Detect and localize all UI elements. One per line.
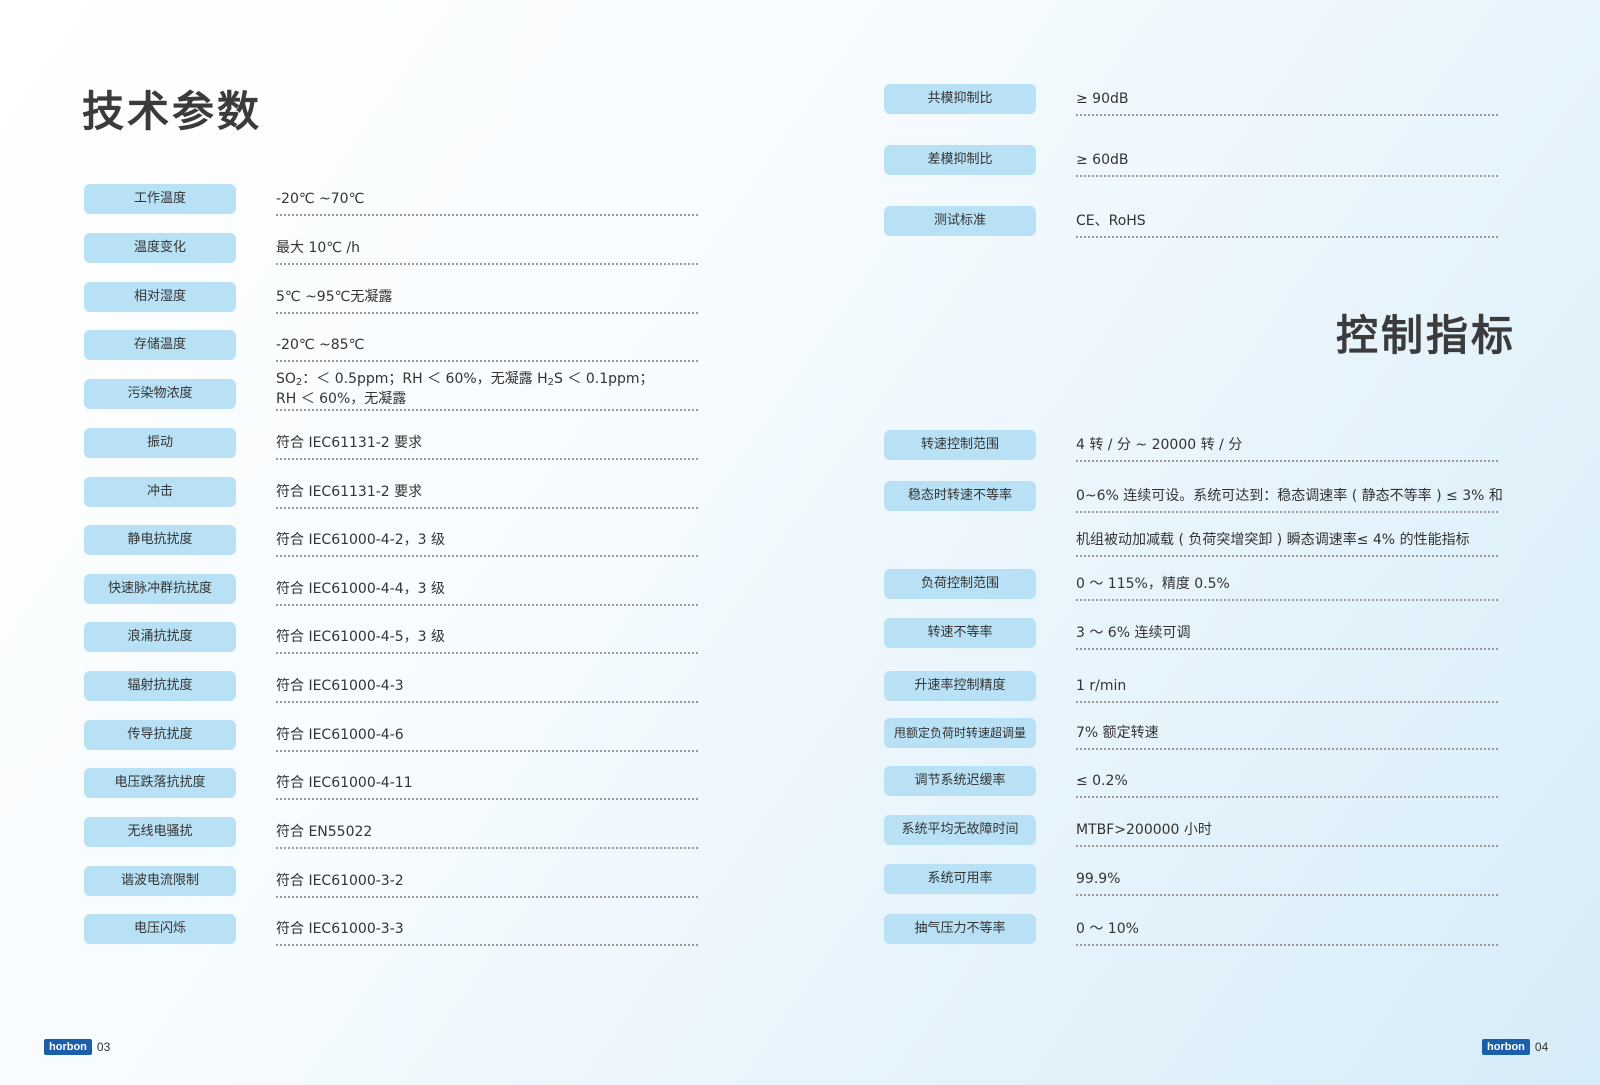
param-value: -20℃ ~70℃ [276,191,365,207]
param-label: 无线电骚扰 [84,817,236,847]
param-value: 机组被动加减载 ( 负荷突增突卸 ) 瞬态调速率≤ 4% 的性能指标 [1076,532,1470,548]
dotted-divider [1076,599,1498,601]
param-value: ≥ 90dB [1076,91,1129,107]
param-label: 系统平均无故障时间 [884,815,1036,845]
page-number: 03 [96,1040,111,1054]
param-label: 相对湿度 [84,282,236,312]
dotted-divider [276,458,698,460]
dotted-divider [1076,796,1498,798]
dotted-divider [276,409,698,411]
dotted-divider [276,847,698,849]
dotted-divider [276,750,698,752]
param-label: 电压闪烁 [84,914,236,944]
param-value: 1 r/min [1076,678,1127,694]
dotted-divider [1076,648,1498,650]
dotted-divider [1076,555,1498,557]
horbon-logo: horbon [44,1039,92,1055]
param-label: 测试标准 [884,206,1036,236]
param-label: 静电抗扰度 [84,525,236,555]
param-label: 转速不等率 [884,618,1036,648]
param-value: 符合 IEC61000-4-6 [276,727,404,743]
dotted-divider [1076,236,1498,238]
param-value: 0 ～ 10% [1076,921,1139,937]
param-value: 符合 IEC61000-4-4，3 级 [276,581,446,597]
dotted-divider [1076,460,1498,462]
param-value: 0 ～ 115%，精度 0.5% [1076,576,1230,592]
param-label: 转速控制范围 [884,430,1036,460]
param-label: 升速率控制精度 [884,671,1036,701]
param-value-multiline: SO2：＜ 0.5ppm；RH ＜ 60%，无凝露 H2S ＜ 0.1ppm； … [276,371,654,407]
dotted-divider [1076,175,1498,177]
param-label: 温度变化 [84,233,236,263]
param-value: -20℃ ~85℃ [276,337,365,353]
param-value: ≥ 60dB [1076,152,1129,168]
param-label: 污染物浓度 [84,379,236,409]
dotted-divider [276,555,698,557]
param-value-line: RH ＜ 60%，无凝露 [276,391,407,407]
page-title-control-indexes: 控制指标 [1336,311,1517,360]
param-label: 系统可用率 [884,864,1036,894]
param-value: 7% 额定转速 [1076,725,1159,741]
dotted-divider [276,507,698,509]
param-value: 99.9% [1076,871,1121,887]
param-value: 5℃ ~95℃无凝露 [276,289,393,305]
footer-left: horbon 03 [44,1039,110,1055]
param-label: 存储温度 [84,330,236,360]
dotted-divider [1076,748,1498,750]
footer-right: horbon 04 [1482,1039,1548,1055]
param-label: 浪涌抗扰度 [84,622,236,652]
param-label: 谐波电流限制 [84,866,236,896]
param-label: 传导抗扰度 [84,720,236,750]
param-value: 符合 IEC61000-4-5，3 级 [276,629,446,645]
dotted-divider [276,944,698,946]
dotted-divider [1076,701,1498,703]
dotted-divider [276,214,698,216]
param-value: 3 ～ 6% 连续可调 [1076,625,1191,641]
param-label: 抽气压力不等率 [884,914,1036,944]
param-label: 甩额定负荷时转速超调量 [884,718,1036,748]
dotted-divider [276,896,698,898]
param-value: 最大 10℃ /h [276,240,361,256]
dotted-divider [276,652,698,654]
param-value: 符合 EN55022 [276,824,373,840]
param-label: 辐射抗扰度 [84,671,236,701]
param-label: 工作温度 [84,184,236,214]
dotted-divider [276,263,698,265]
param-value: MTBF>200000 小时 [1076,822,1212,838]
param-value: 符合 IEC61000-3-2 [276,873,404,889]
param-label: 共模抑制比 [884,84,1036,114]
dotted-divider [276,312,698,314]
dotted-divider [276,701,698,703]
dotted-divider [276,798,698,800]
param-label: 冲击 [84,477,236,507]
param-label: 振动 [84,428,236,458]
horbon-logo: horbon [1482,1039,1530,1055]
param-value: CE、RoHS [1076,213,1146,229]
param-value: 符合 IEC61000-4-11 [276,775,413,791]
param-value: 符合 IEC61131-2 要求 [276,435,423,451]
param-value: 符合 IEC61000-4-2，3 级 [276,532,446,548]
param-value: ≤ 0.2% [1076,773,1128,789]
param-label: 稳态时转速不等率 [884,481,1036,511]
param-value: 0~6% 连续可设。系统可达到：稳态调速率 ( 静态不等率 ) ≤ 3% 和 [1076,488,1503,504]
dotted-divider [276,604,698,606]
page-number: 04 [1534,1040,1549,1054]
dotted-divider [1076,114,1498,116]
param-label: 电压跌落抗扰度 [84,768,236,798]
dotted-divider [1076,511,1498,513]
param-value: 符合 IEC61000-4-3 [276,678,404,694]
param-label: 差模抑制比 [884,145,1036,175]
param-value-line: SO2：＜ 0.5ppm；RH ＜ 60%，无凝露 H2S ＜ 0.1ppm； [276,371,654,388]
dotted-divider [1076,944,1498,946]
param-value: 符合 IEC61131-2 要求 [276,484,423,500]
dotted-divider [1076,894,1498,896]
param-label: 负荷控制范围 [884,569,1036,599]
param-value: 4 转 / 分 ~ 20000 转 / 分 [1076,437,1243,453]
param-value: 符合 IEC61000-3-3 [276,921,404,937]
param-label: 调节系统迟缓率 [884,766,1036,796]
dotted-divider [1076,845,1498,847]
param-label: 快速脉冲群抗扰度 [84,574,236,604]
dotted-divider [276,360,698,362]
page-title-tech-params: 技术参数 [82,87,263,136]
